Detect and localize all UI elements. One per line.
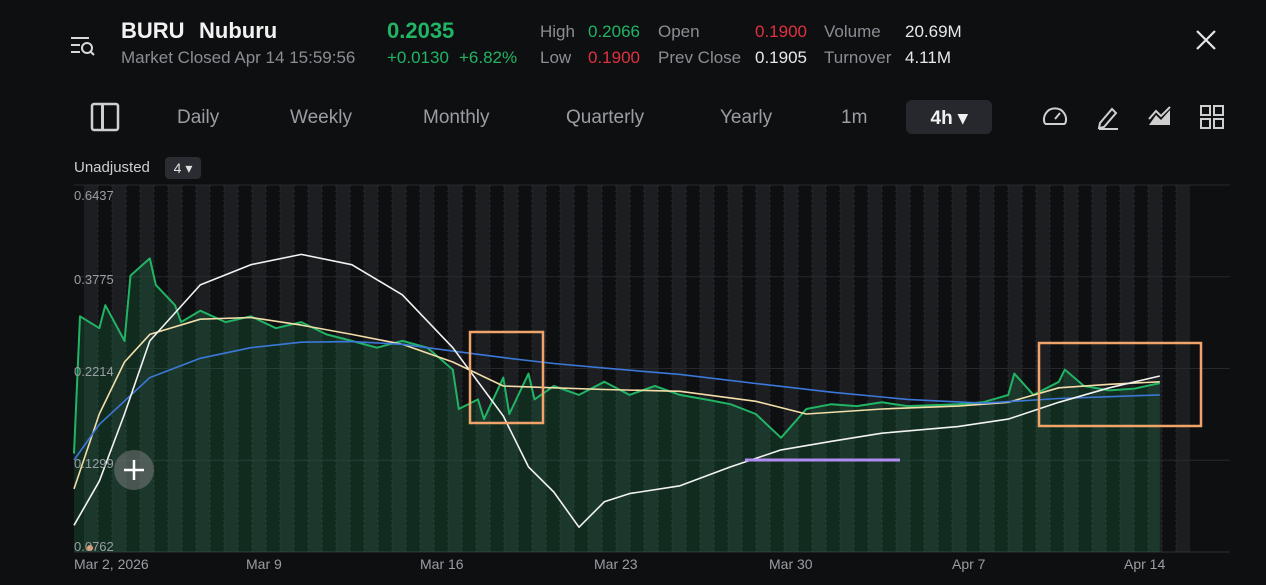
y-tick-label: 0.3775: [74, 272, 114, 287]
x-tick-label: Apr 14: [1124, 556, 1166, 572]
add-crosshair-button[interactable]: [114, 450, 154, 490]
y-tick-label: 0.1299: [74, 456, 114, 471]
x-tick-label: Mar 23: [594, 556, 638, 572]
x-tick-label: Mar 2, 2026: [74, 556, 149, 572]
y-tick-label: 0.6437: [74, 188, 114, 203]
y-tick-label: 0.2214: [74, 364, 114, 379]
x-tick-label: Mar 16: [420, 556, 464, 572]
x-tick-label: Apr 7: [952, 556, 986, 572]
price-chart[interactable]: [0, 0, 1266, 585]
x-tick-label: Mar 9: [246, 556, 282, 572]
plus-icon: [124, 460, 144, 480]
x-tick-label: Mar 30: [769, 556, 813, 572]
y-tick-label: 0.0762: [74, 539, 114, 554]
